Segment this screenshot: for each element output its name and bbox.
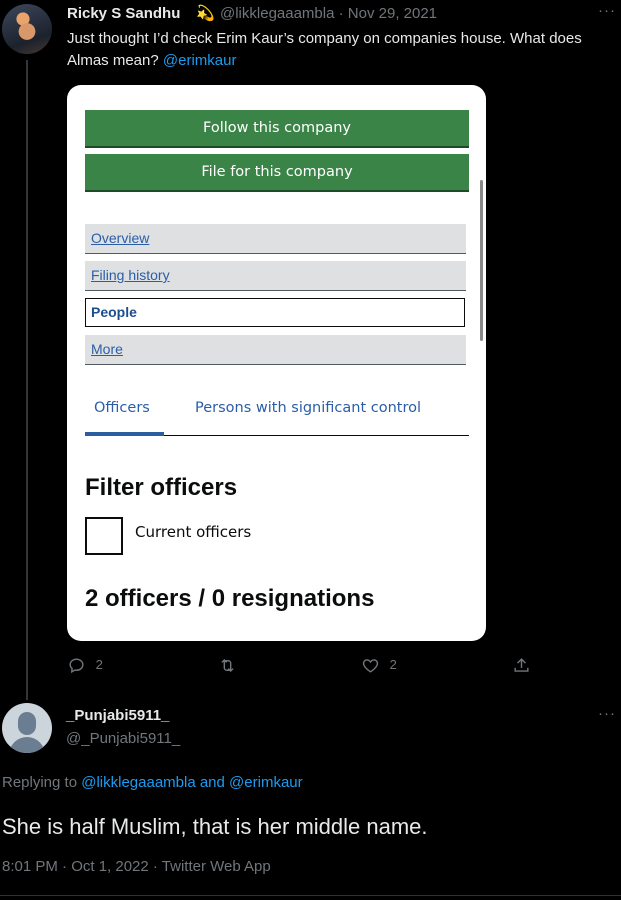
author-name[interactable]: Ricky S Sandhu: [67, 5, 180, 22]
divider: [0, 895, 621, 896]
share-icon: [514, 658, 529, 672]
nav-item-overview[interactable]: Overview: [85, 224, 466, 254]
replying-and[interactable]: and: [196, 774, 229, 791]
more-options-icon[interactable]: ···: [598, 2, 616, 19]
heart-icon: [362, 659, 379, 673]
tweet-date[interactable]: Nov 29, 2021: [348, 5, 437, 22]
share-button[interactable]: [512, 656, 531, 675]
reply-author-name[interactable]: _Punjabi5911_: [66, 707, 169, 724]
nav-item-people[interactable]: People: [85, 298, 465, 327]
reply-text: She is half Muslim, that is her middle n…: [2, 814, 428, 839]
tweet-meta: @likklegaaambla · Nov 29, 2021: [220, 5, 437, 22]
reply-count: 2: [95, 656, 103, 672]
nav-link[interactable]: Overview: [91, 230, 149, 246]
checkbox-label[interactable]: Current officers: [135, 523, 251, 541]
reply-button[interactable]: 2: [67, 656, 103, 675]
tweet-text: Just thought I’d check Erim Kaur’s compa…: [67, 28, 612, 72]
retweet-icon: [221, 658, 234, 673]
like-count: 2: [389, 656, 397, 672]
nav-label: People: [91, 304, 137, 320]
thread-line: [26, 60, 28, 700]
follow-company-button[interactable]: Follow this company: [85, 110, 469, 148]
nav-link[interactable]: More: [91, 341, 123, 357]
tab-officers[interactable]: Officers: [94, 400, 150, 416]
reply-author-handle[interactable]: @_Punjabi5911_: [66, 730, 180, 747]
attached-screenshot[interactable]: Follow this company File for this compan…: [67, 85, 486, 641]
nav-item-filing-history[interactable]: Filing history: [85, 261, 466, 291]
file-for-company-button[interactable]: File for this company: [85, 154, 469, 192]
reply-timestamp[interactable]: 8:01 PM · Oct 1, 2022 · Twitter Web App: [2, 858, 271, 875]
retweet-button[interactable]: [218, 656, 237, 675]
current-officers-checkbox[interactable]: [85, 517, 123, 555]
officers-count-heading: 2 officers / 0 resignations: [85, 585, 375, 612]
scrollbar[interactable]: [480, 180, 483, 341]
replying-prefix: Replying to: [2, 774, 82, 791]
mention-link[interactable]: @erimkaur: [163, 52, 237, 69]
more-options-icon[interactable]: ···: [598, 705, 616, 722]
like-button[interactable]: 2: [361, 656, 397, 675]
replying-to: Replying to @likklegaaambla and @erimkau…: [2, 774, 303, 791]
nav-link[interactable]: Filing history: [91, 267, 170, 283]
mention-link[interactable]: @likklegaaambla: [81, 774, 195, 791]
mention-link[interactable]: @erimkaur: [229, 774, 303, 791]
author-handle[interactable]: @likklegaaambla: [220, 5, 334, 22]
active-tab-indicator: [85, 432, 164, 436]
tab-persons-significant-control[interactable]: Persons with significant control: [195, 400, 421, 416]
reply-icon: [69, 658, 84, 674]
avatar-body-shape: [9, 737, 45, 753]
dizzy-emoji-icon: 💫: [196, 5, 215, 22]
nav-item-more[interactable]: More: [85, 335, 466, 365]
avatar[interactable]: [2, 4, 52, 54]
filter-heading: Filter officers: [85, 474, 238, 501]
avatar-default[interactable]: [2, 703, 52, 753]
tweet-body: Just thought I’d check Erim Kaur’s compa…: [67, 30, 582, 69]
separator: ·: [338, 5, 344, 22]
avatar-head-shape: [18, 712, 36, 735]
